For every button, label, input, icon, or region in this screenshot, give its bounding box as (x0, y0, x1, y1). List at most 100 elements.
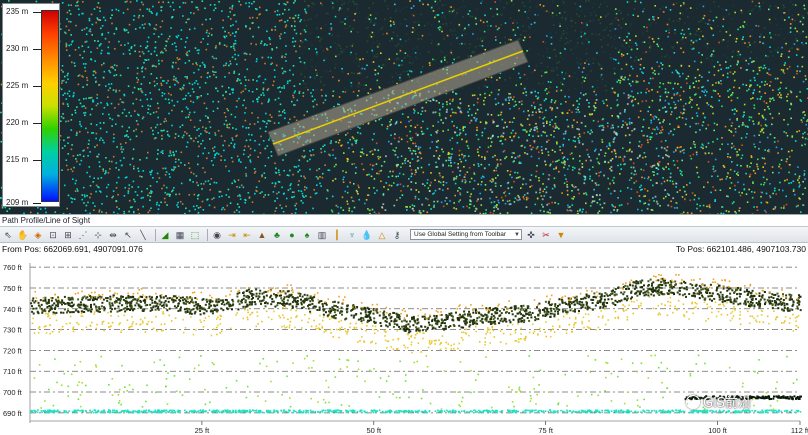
profile-point (625, 309, 627, 311)
point-cloud-map-view[interactable]: 235 m 230 m 225 m 220 m 215 m 209 m (0, 0, 808, 214)
profile-point (623, 402, 626, 405)
profile-point (255, 292, 258, 295)
profile-point (384, 330, 387, 333)
profile-point (174, 299, 177, 302)
profile-point (177, 305, 180, 307)
profile-point (313, 319, 315, 322)
profile-point (48, 409, 51, 411)
select-icon[interactable]: ⇖ (2, 229, 14, 241)
profile-point (138, 289, 140, 291)
profile-point (96, 410, 99, 413)
filter-icon[interactable]: ▼ (555, 229, 567, 241)
profile-point (557, 318, 560, 321)
profile-toolbar: ⇖ ✋ ◈ ⊡ ⊞ ⋰ ⊹ ⇹ ↖ ╲ ◢ ▦ ⬚ ◉ ⇥ ⇤ ▲ ♣ ● ♠ … (0, 227, 808, 243)
profile-point (77, 298, 80, 301)
profile-point (675, 274, 677, 276)
profile-point (423, 315, 426, 318)
profile-point (246, 385, 249, 388)
profile-point (357, 341, 359, 343)
profile-point (630, 279, 633, 282)
pan-hand-icon[interactable]: ✋ (17, 229, 29, 241)
point-cloud-canvas[interactable] (0, 0, 808, 214)
arrow-icon[interactable]: ⇥ (226, 229, 238, 241)
pole-icon[interactable]: ┃ (331, 229, 343, 241)
profile-icon[interactable]: ⋰ (77, 229, 89, 241)
zoom-box-icon[interactable]: ⊡ (47, 229, 59, 241)
profile-point (610, 410, 613, 412)
profile-point (693, 294, 696, 297)
profile-point (658, 274, 660, 276)
line-icon[interactable]: ◢ (159, 229, 171, 241)
profile-point (388, 313, 391, 316)
profile-point (205, 310, 208, 313)
profile-point (307, 297, 310, 300)
profile-point (660, 287, 663, 289)
profile-point (726, 302, 728, 304)
profile-point (756, 372, 759, 374)
profile-point (791, 398, 794, 401)
profile-point (422, 389, 424, 391)
crosshair-icon[interactable]: ✜ (525, 229, 537, 241)
hazard-icon[interactable]: △ (376, 229, 388, 241)
eye-icon[interactable]: ◉ (211, 229, 223, 241)
profile-point (57, 303, 60, 306)
profile-point (702, 284, 704, 286)
profile-point (379, 310, 382, 313)
profile-point (322, 409, 325, 412)
profile-point (387, 375, 390, 378)
export-icon[interactable]: ⬚ (189, 229, 201, 241)
tree-round-icon[interactable]: ● (286, 229, 298, 241)
profile-point (721, 279, 723, 282)
ruler-icon[interactable]: ╲ (137, 229, 149, 241)
profile-point (683, 314, 685, 316)
profile-point (660, 303, 663, 305)
profile-point (112, 296, 114, 298)
profile-point (405, 323, 408, 326)
profile-point (797, 314, 800, 317)
profile-point (659, 409, 661, 412)
align-icon[interactable]: ⇤ (241, 229, 253, 241)
profile-point (337, 411, 340, 414)
profile-point (237, 308, 240, 311)
profile-point (40, 410, 43, 412)
profile-point (552, 410, 555, 412)
spacing-icon[interactable]: ⇹ (107, 229, 119, 241)
profile-point (751, 297, 754, 300)
terrain-icon[interactable]: ▲ (256, 229, 268, 241)
grid-icon[interactable]: ⊹ (92, 229, 104, 241)
profile-point (685, 295, 687, 298)
profile-point (114, 292, 116, 294)
profile-point (500, 317, 503, 320)
profile-point (40, 303, 43, 306)
profile-point (79, 306, 82, 309)
profile-point (252, 293, 255, 296)
tree-icon[interactable]: ♣ (271, 229, 283, 241)
tree-cone-icon[interactable]: ♠ (301, 229, 313, 241)
profile-point (558, 303, 561, 306)
fit-icon[interactable]: ⊞ (62, 229, 74, 241)
profile-point (582, 409, 584, 412)
profile-point (186, 411, 189, 414)
profile-point (756, 411, 759, 413)
cursor-icon[interactable]: ↖ (122, 229, 134, 241)
profile-point (211, 300, 214, 303)
scissors-icon[interactable]: ✂ (540, 229, 552, 241)
key-icon[interactable]: ⚷ (391, 229, 403, 241)
profile-point (193, 312, 196, 315)
profile-point (72, 330, 75, 333)
measure-icon[interactable]: ◈ (32, 229, 44, 241)
antenna-icon[interactable]: ♆ (346, 229, 358, 241)
profile-point (360, 316, 363, 319)
profile-point (577, 312, 580, 315)
profile-point (537, 318, 540, 321)
profile-point (290, 293, 293, 296)
profile-point (282, 300, 285, 303)
profile-point (182, 301, 185, 304)
profile-point (610, 400, 613, 402)
setting-select[interactable]: Use Global Setting from Toolbar ▼ (410, 229, 522, 240)
building-icon[interactable]: ▥ (316, 229, 328, 241)
area-icon[interactable]: ▦ (174, 229, 186, 241)
water-icon[interactable]: 💧 (361, 229, 373, 241)
profile-point (163, 364, 166, 366)
profile-point (129, 326, 132, 328)
